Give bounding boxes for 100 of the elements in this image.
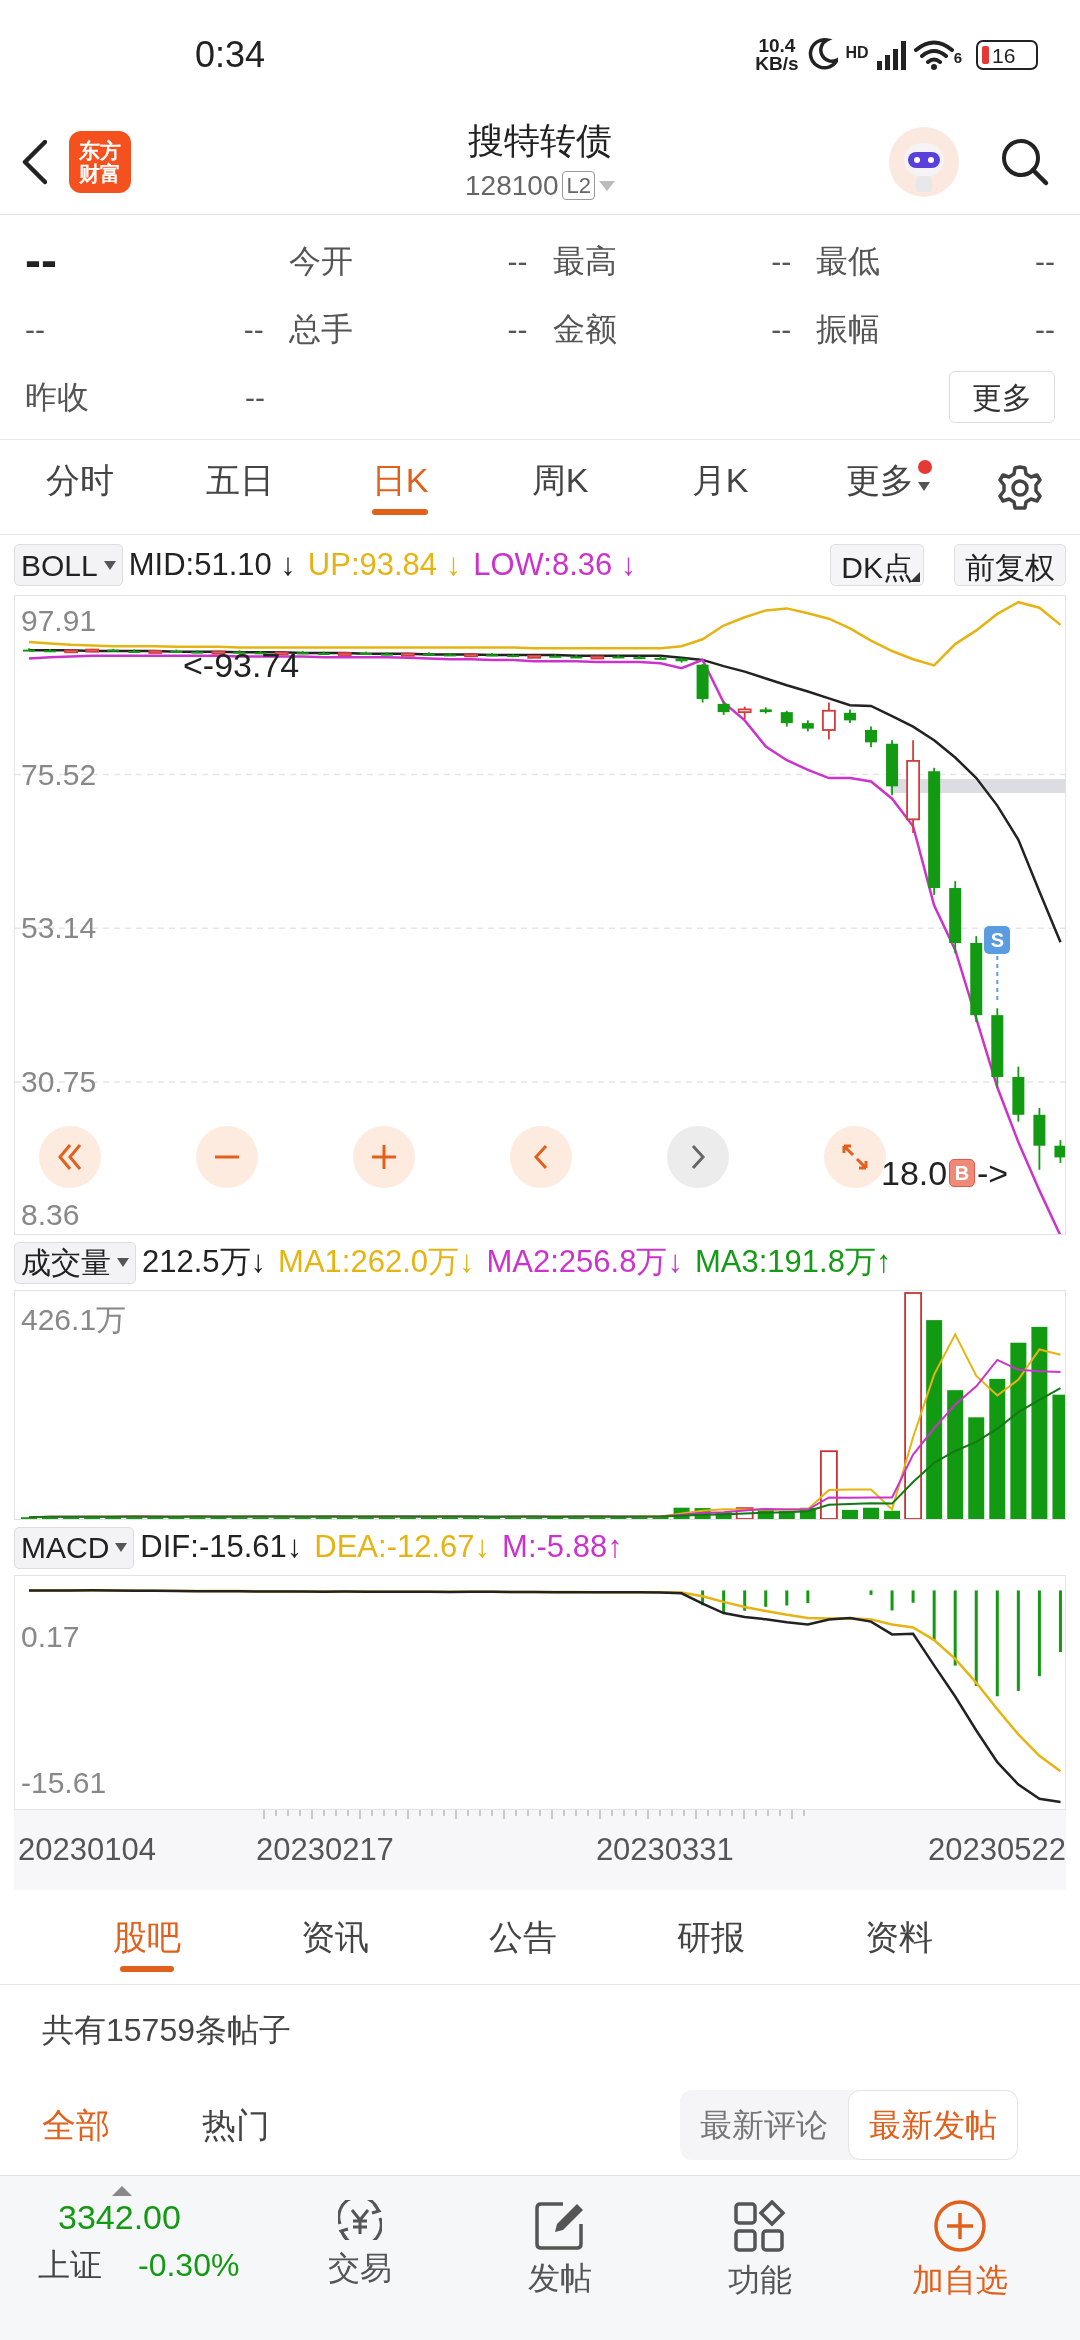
price-change: --: [25, 311, 45, 348]
moon-icon: [806, 38, 838, 72]
battery-indicator: 16: [976, 40, 1038, 70]
expand-up-icon[interactable]: [112, 2186, 132, 2196]
plus-circle-icon: [934, 2200, 986, 2252]
chart-period-tab[interactable]: 更多: [846, 440, 914, 534]
nav-item[interactable]: 发帖: [460, 2186, 660, 2300]
network-speed: 10.4 KB/s: [755, 36, 799, 74]
adjustment-button[interactable]: 前复权: [954, 544, 1066, 586]
edit-icon: [535, 2200, 585, 2250]
field-label: 最低: [816, 242, 881, 281]
post-count: 共有15759条帖子: [42, 2011, 291, 2050]
content-tab[interactable]: 公告: [429, 1890, 617, 1984]
index-value: 3342.00: [58, 2197, 182, 2238]
indicator-value: M:-5.88↑: [502, 1528, 623, 1567]
indicator-value: DEA:-12.67↓: [314, 1528, 491, 1567]
hd-label: HD: [845, 42, 869, 63]
filter-tab[interactable]: 全部: [42, 2099, 110, 2151]
content-tab[interactable]: 资料: [805, 1890, 993, 1984]
candlestick: [1054, 1139, 1065, 1164]
date-label: 20230217: [255, 1830, 394, 1869]
back-icon[interactable]: [22, 139, 47, 185]
indicator-value: LOW:8.36 ↓: [473, 545, 637, 584]
last-price: --: [25, 237, 57, 285]
caret-icon: [103, 560, 116, 570]
axis-label: 30.75: [21, 1067, 97, 1098]
search-icon[interactable]: [1000, 137, 1050, 187]
axis-label: 53.14: [21, 913, 97, 944]
content-tab[interactable]: 股吧: [53, 1890, 241, 1984]
indicator-value: 212.5万↓: [142, 1243, 267, 1282]
sort-option[interactable]: 最新评论: [680, 2090, 848, 2160]
level-badge: L2: [562, 170, 595, 201]
buy-marker: B: [949, 1159, 975, 1187]
chart-period-tab[interactable]: 五日: [206, 440, 274, 534]
indicator-dropdown[interactable]: 成交量: [14, 1241, 136, 1284]
content-tab[interactable]: 研报: [617, 1890, 805, 1984]
index-change: -0.30%: [138, 2245, 240, 2285]
axis-label: 8.36: [21, 1200, 80, 1230]
caret-icon: [117, 1258, 129, 1267]
chart-period-tab[interactable]: 周K: [531, 440, 589, 534]
signal-icon: [876, 40, 906, 70]
field-label: 总手: [288, 310, 353, 349]
chart-period-tab[interactable]: 日K: [371, 440, 429, 534]
wifi-band-label: 6: [953, 47, 962, 68]
axis-label: 97.91: [21, 605, 97, 636]
caret-icon: [918, 482, 930, 491]
nav-item[interactable]: 交易: [260, 2186, 460, 2300]
nav-item[interactable]: 功能: [660, 2186, 860, 2300]
field-value: --: [1034, 243, 1055, 280]
field-label: 金额: [552, 310, 617, 349]
candlestick: [822, 701, 836, 741]
page-title: 搜特转债: [468, 118, 612, 163]
corner-triangle-icon: [910, 572, 920, 582]
dk-points-button[interactable]: DK点: [830, 544, 924, 586]
indicator-value: UP:93.84 ↓: [307, 545, 462, 584]
minus-icon: [213, 1154, 241, 1160]
chart-period-tab[interactable]: 分时: [46, 440, 114, 534]
chevron-left-icon: [534, 1144, 548, 1170]
index-name: 上证: [38, 2245, 102, 2285]
chart-period-tab[interactable]: 月K: [691, 440, 749, 534]
filter-tab[interactable]: 热门: [202, 2099, 270, 2151]
change-percent: --: [243, 311, 264, 348]
double-chevron-icon: [58, 1143, 82, 1171]
indicator-value: DIF:-15.61↓: [140, 1528, 303, 1567]
sort-option[interactable]: 最新发帖: [848, 2090, 1018, 2160]
field-value: --: [770, 311, 792, 348]
date-label: 20230104: [18, 1830, 156, 1869]
bond-code: 128100: [465, 168, 559, 203]
date-label: 20230522: [928, 1830, 1066, 1869]
more-button[interactable]: 更多: [949, 371, 1055, 423]
high-price-note: <-93.74: [183, 648, 300, 682]
low-price-note: 18.0: [881, 1156, 948, 1190]
axis-label: 0.17: [21, 1622, 80, 1652]
content-tab[interactable]: 资讯: [241, 1890, 429, 1984]
field-value: --: [244, 379, 265, 416]
indicator-dropdown[interactable]: BOLL: [14, 544, 123, 586]
indicator-dropdown[interactable]: MACD: [14, 1526, 135, 1569]
clock-time: 0:34: [195, 33, 266, 77]
plus-icon: [370, 1143, 398, 1171]
app-logo: 东方财富: [69, 131, 131, 193]
low-arrow-note: ->: [977, 1156, 1009, 1190]
caret-icon: [115, 1543, 128, 1552]
field-value: --: [1034, 311, 1055, 348]
field-value: --: [770, 243, 792, 280]
field-label: 最高: [552, 242, 617, 281]
field-label: 振幅: [816, 310, 881, 349]
field-value: --: [506, 311, 528, 348]
expand-icon: [842, 1144, 868, 1170]
yen-cycle-icon: [338, 2200, 382, 2240]
date-label: 20230331: [595, 1830, 734, 1869]
field-label: 昨收: [25, 378, 89, 417]
wifi-icon: [913, 39, 954, 71]
settings-icon[interactable]: [998, 464, 1042, 510]
chevron-right-icon: [691, 1144, 705, 1170]
field-value: --: [506, 243, 528, 280]
sell-marker: S: [984, 926, 1011, 954]
dropdown-icon[interactable]: [598, 180, 615, 191]
robot-avatar-icon[interactable]: [888, 126, 960, 198]
candlestick: [865, 725, 877, 749]
field-label: 今开: [288, 242, 353, 281]
